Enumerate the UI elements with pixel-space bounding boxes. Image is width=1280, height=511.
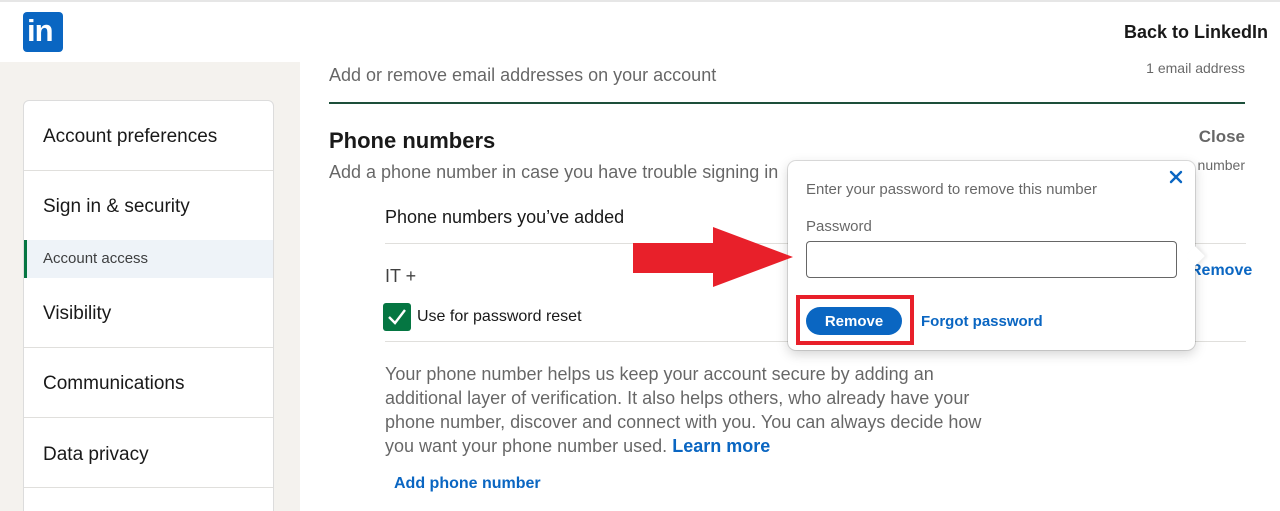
sidebar-item-communications[interactable]: Communications (24, 373, 273, 395)
phone-section-description: Add a phone number in case you have trou… (329, 162, 779, 182)
popup-prompt: Enter your password to remove this numbe… (806, 181, 1097, 198)
settings-sidebar: Account preferences Sign in & security A… (23, 100, 274, 511)
sidebar-item-visibility[interactable]: Visibility (24, 303, 273, 325)
sidebar-item-account-preferences[interactable]: Account preferences (24, 126, 273, 148)
added-phones-heading: Phone numbers you’ve added (385, 207, 625, 227)
add-phone-number-link[interactable]: Add phone number (394, 475, 541, 493)
sidebar-item-data-privacy[interactable]: Data privacy (24, 444, 273, 466)
top-bar: in Back to LinkedIn (0, 0, 1280, 62)
close-section-button[interactable]: Close (1199, 127, 1245, 147)
password-input[interactable] (806, 241, 1177, 278)
sidebar-divider (24, 487, 273, 488)
close-icon[interactable] (1166, 167, 1186, 187)
sidebar-divider (24, 347, 273, 348)
sidebar-divider (24, 170, 273, 171)
sidebar-item-sign-in-security[interactable]: Sign in & security (24, 196, 273, 218)
phone-number-entry: IT + (385, 266, 417, 286)
password-reset-checkbox[interactable] (383, 303, 411, 331)
sidebar-subitem-account-access[interactable]: Account access (24, 240, 273, 278)
email-section-description: Add or remove email addresses on your ac… (329, 65, 717, 85)
password-reset-label: Use for password reset (417, 308, 582, 325)
password-label: Password (806, 218, 872, 235)
sidebar-divider (24, 417, 273, 418)
forgot-password-link[interactable]: Forgot password (921, 313, 1043, 330)
remove-phone-link[interactable]: Remove (1190, 262, 1252, 280)
checkmark-icon (388, 309, 406, 325)
phone-count: number (1197, 157, 1245, 173)
learn-more-link[interactable]: Learn more (672, 436, 770, 456)
linkedin-logo-text: in (27, 13, 54, 48)
back-to-linkedin-link[interactable]: Back to LinkedIn (1124, 22, 1268, 43)
highlight-annotation-box (796, 295, 914, 345)
section-divider (329, 102, 1245, 104)
phone-info-paragraph: Your phone number helps us keep your acc… (385, 362, 1005, 458)
phone-numbers-title: Phone numbers (329, 128, 496, 153)
linkedin-logo[interactable]: in (23, 12, 63, 52)
email-count: 1 email address (1146, 60, 1245, 76)
red-arrow-annotation (633, 227, 793, 287)
